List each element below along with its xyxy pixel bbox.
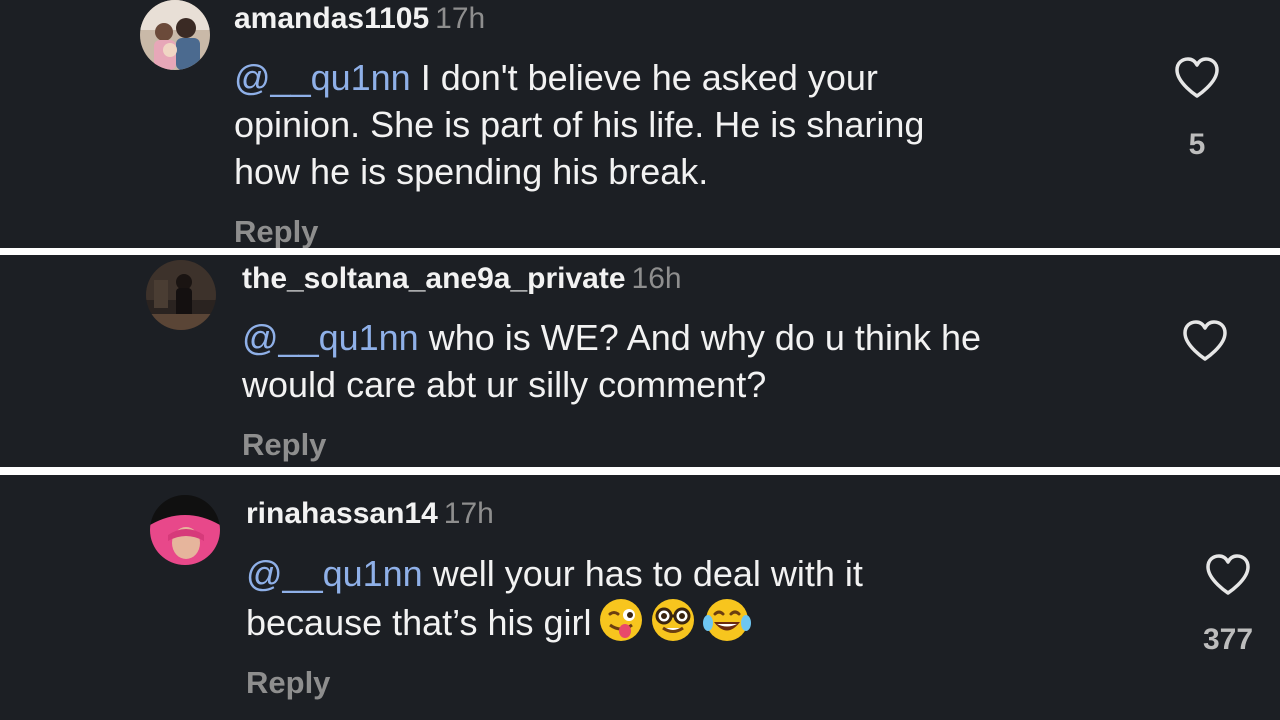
- reply-button[interactable]: Reply: [246, 665, 330, 701]
- comment-line-text: well your has to deal with it: [422, 553, 863, 594]
- avatar-photo: [150, 495, 220, 565]
- comment-line: @__qu1nn I don't believe he asked your: [234, 54, 924, 101]
- face-with-tears-of-joy-emoji: [702, 597, 752, 643]
- comment-text: @__qu1nn I don't believe he asked your o…: [234, 54, 924, 195]
- avatar-photo: [146, 260, 216, 330]
- timestamp: 17h: [435, 2, 486, 35]
- nerd-face-emoji: [650, 597, 696, 643]
- comment-header: the_soltana_ane9a_private 16h: [242, 262, 682, 296]
- comment-line: would care abt ur silly comment?: [242, 364, 767, 405]
- like-button[interactable]: [1173, 56, 1221, 100]
- like-button[interactable]: [1204, 553, 1252, 597]
- comment-line: how he is spending his break.: [234, 151, 709, 192]
- timestamp: 17h: [443, 497, 494, 530]
- reply-button[interactable]: Reply: [242, 427, 326, 463]
- comment-item: the_soltana_ane9a_private 16h @__qu1nn wh…: [0, 255, 1280, 467]
- comment-line-text: I don't believe he asked your: [410, 57, 878, 98]
- comment-line: @__qu1nn who is WE? And why do u think h…: [242, 314, 981, 361]
- comment-line: opinion. She is part of his life. He is …: [234, 104, 925, 145]
- heart-outline-icon: [1204, 553, 1252, 597]
- comment-line-text: who is WE? And why do u think he: [418, 317, 982, 358]
- winking-face-with-tongue-emoji: [598, 597, 644, 643]
- mention-link[interactable]: @__qu1nn: [246, 553, 423, 594]
- comment-text: @__qu1nn who is WE? And why do u think h…: [242, 314, 981, 408]
- comment-header: amandas1105 17h: [234, 2, 485, 36]
- heart-outline-icon: [1181, 319, 1229, 363]
- reply-button[interactable]: Reply: [234, 214, 318, 248]
- mention-link[interactable]: @__qu1nn: [234, 57, 411, 98]
- username-link[interactable]: amandas1105: [234, 2, 429, 35]
- comment-item: amandas1105 17h @__qu1nn I don't believe …: [0, 0, 1280, 248]
- username-link[interactable]: the_soltana_ane9a_private: [242, 262, 626, 295]
- avatar[interactable]: [140, 0, 210, 70]
- heart-outline-icon: [1173, 56, 1221, 100]
- avatar[interactable]: [146, 260, 216, 330]
- comment-item: rinahassan14 17h @__qu1nn well your has t…: [0, 475, 1280, 720]
- username-link[interactable]: rinahassan14: [246, 497, 438, 530]
- comment-line-text: because that’s his girl: [246, 602, 592, 643]
- like-button[interactable]: [1181, 319, 1229, 363]
- avatar[interactable]: [150, 495, 220, 565]
- like-count: 377: [1202, 623, 1254, 656]
- comment-line: because that’s his girl: [246, 597, 863, 646]
- comment-line: @__qu1nn well your has to deal with it: [246, 550, 863, 597]
- like-count: 5: [1188, 128, 1206, 161]
- timestamp: 16h: [631, 262, 682, 295]
- mention-link[interactable]: @__qu1nn: [242, 317, 419, 358]
- avatar-photo: [140, 0, 210, 70]
- comment-header: rinahassan14 17h: [246, 497, 494, 531]
- comment-text: @__qu1nn well your has to deal with it b…: [246, 550, 863, 646]
